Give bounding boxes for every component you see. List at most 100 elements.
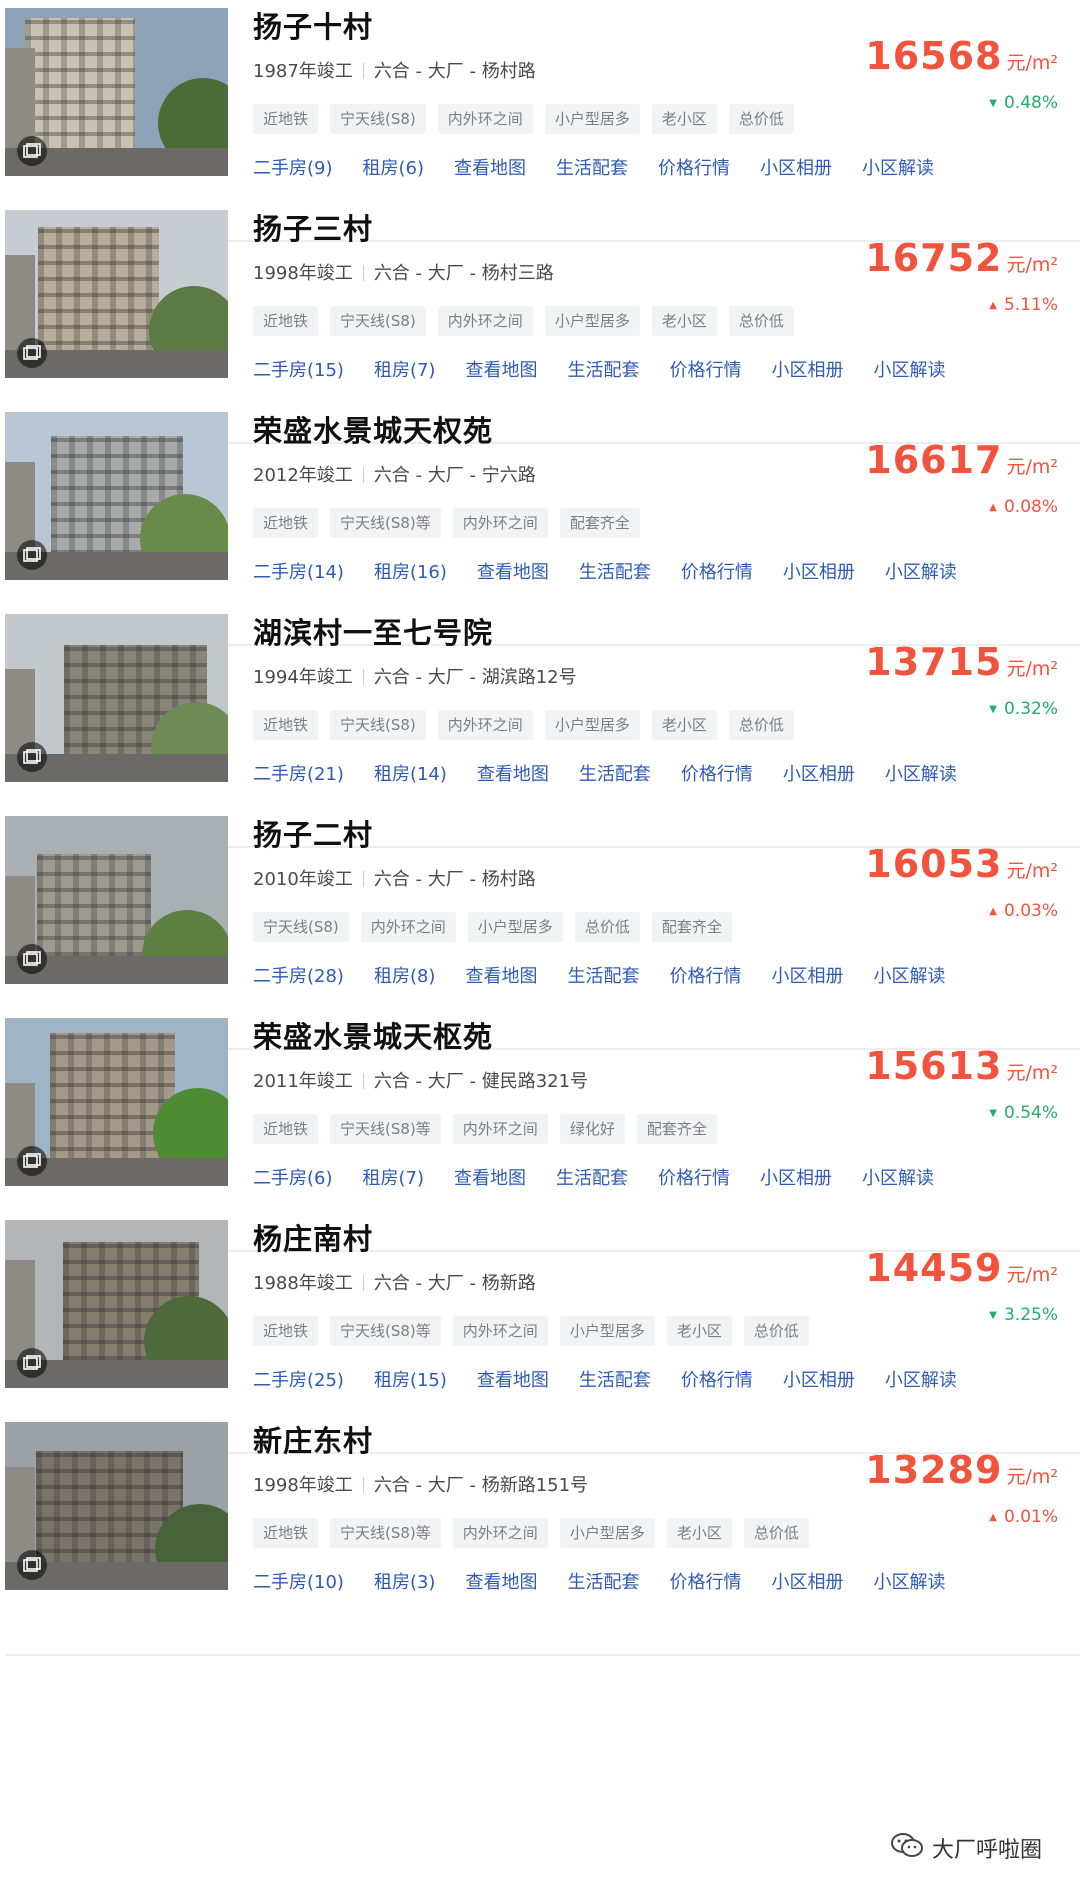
listing-link[interactable]: 小区解读 xyxy=(873,356,945,382)
price-value: 13289 xyxy=(865,1448,1003,1492)
location: 六合 - 大厂 - 杨新路151号 xyxy=(373,1475,589,1496)
listing-link[interactable]: 价格行情 xyxy=(681,760,753,786)
unit-price: 13289 元/m² xyxy=(865,1448,1058,1492)
listing-link[interactable]: 小区解读 xyxy=(885,1366,957,1392)
link-bar: 二手房(15) 租房(7) 查看地图 生活配套 价格行情 小区相册 小区解读 xyxy=(253,356,945,382)
community-name[interactable]: 扬子三村 xyxy=(253,206,373,248)
community-name[interactable]: 扬子二村 xyxy=(253,812,373,854)
listing-link[interactable]: 小区解读 xyxy=(862,154,934,180)
listing-link[interactable]: 小区解读 xyxy=(873,1568,945,1594)
listing-link[interactable]: 生活配套 xyxy=(567,962,639,988)
location: 六合 - 大厂 - 宁六路 xyxy=(373,465,536,486)
listing-link[interactable]: 生活配套 xyxy=(567,356,639,382)
community-photo[interactable] xyxy=(5,8,228,176)
community-name[interactable]: 荣盛水景城天权苑 xyxy=(253,408,493,450)
link-bar: 二手房(10) 租房(3) 查看地图 生活配套 价格行情 小区相册 小区解读 xyxy=(253,1568,945,1594)
price-change: ▼ 3.25% xyxy=(989,1305,1058,1325)
listing-link[interactable]: 小区解读 xyxy=(885,760,957,786)
listing-link[interactable]: 租房(6) xyxy=(363,154,425,180)
listing-link[interactable]: 价格行情 xyxy=(658,1164,730,1190)
community-photo[interactable] xyxy=(5,1018,228,1186)
community-name[interactable]: 荣盛水景城天枢苑 xyxy=(253,1014,493,1056)
listing-link[interactable]: 租房(7) xyxy=(363,1164,425,1190)
listing-link[interactable]: 查看地图 xyxy=(477,1366,549,1392)
feature-tag: 内外环之间 xyxy=(437,104,533,134)
listing-link[interactable]: 二手房(21) xyxy=(253,760,344,786)
listing-link[interactable]: 二手房(28) xyxy=(253,962,344,988)
feature-tag: 近地铁 xyxy=(253,1518,319,1548)
community-photo[interactable] xyxy=(5,412,228,580)
listing-link[interactable]: 生活配套 xyxy=(567,1568,639,1594)
listing-link[interactable]: 查看地图 xyxy=(465,962,537,988)
album-icon[interactable] xyxy=(17,338,47,368)
listing-link[interactable]: 价格行情 xyxy=(681,558,753,584)
community-name[interactable]: 湖滨村一至七号院 xyxy=(253,610,493,652)
price-value: 14459 xyxy=(865,1246,1003,1290)
community-photo[interactable] xyxy=(5,816,228,984)
listing-link[interactable]: 小区相册 xyxy=(771,962,843,988)
listing-link[interactable]: 二手房(9) xyxy=(253,154,333,180)
listing-link[interactable]: 小区解读 xyxy=(873,962,945,988)
listing-link[interactable]: 生活配套 xyxy=(556,154,628,180)
wechat-icon xyxy=(890,1831,924,1865)
listing-link[interactable]: 二手房(6) xyxy=(253,1164,333,1190)
listing-link[interactable]: 小区解读 xyxy=(862,1164,934,1190)
album-icon[interactable] xyxy=(17,540,47,570)
listing-link[interactable]: 小区相册 xyxy=(783,1366,855,1392)
listing-link[interactable]: 小区解读 xyxy=(885,558,957,584)
listing-link[interactable]: 查看地图 xyxy=(465,356,537,382)
community-photo[interactable] xyxy=(5,1220,228,1388)
listing-link[interactable]: 查看地图 xyxy=(454,154,526,180)
info-divider xyxy=(362,669,364,685)
listing-link[interactable]: 租房(15) xyxy=(374,1366,447,1392)
community-name[interactable]: 杨庄南村 xyxy=(253,1216,373,1258)
listing-link[interactable]: 生活配套 xyxy=(579,760,651,786)
listing-link[interactable]: 价格行情 xyxy=(669,1568,741,1594)
listing-link[interactable]: 价格行情 xyxy=(658,154,730,180)
album-icon[interactable] xyxy=(17,1348,47,1378)
listing-link[interactable]: 租房(3) xyxy=(374,1568,436,1594)
change-value: 0.54% xyxy=(1003,1103,1058,1123)
album-icon[interactable] xyxy=(17,136,47,166)
feature-tag: 近地铁 xyxy=(253,306,319,336)
listing-link[interactable]: 二手房(25) xyxy=(253,1366,344,1392)
listing-link[interactable]: 租房(16) xyxy=(374,558,447,584)
listing-link[interactable]: 小区相册 xyxy=(783,760,855,786)
listing-link[interactable]: 二手房(15) xyxy=(253,356,344,382)
listing-link[interactable]: 价格行情 xyxy=(669,356,741,382)
listing-link[interactable]: 小区相册 xyxy=(771,1568,843,1594)
listing-link[interactable]: 租房(8) xyxy=(374,962,436,988)
listing-link[interactable]: 生活配套 xyxy=(579,558,651,584)
change-value: 0.03% xyxy=(1003,901,1058,921)
listing-link[interactable]: 生活配套 xyxy=(579,1366,651,1392)
album-icon[interactable] xyxy=(17,944,47,974)
album-icon[interactable] xyxy=(17,1550,47,1580)
listing-link[interactable]: 价格行情 xyxy=(681,1366,753,1392)
listing-link[interactable]: 租房(7) xyxy=(374,356,436,382)
listing-link[interactable]: 二手房(14) xyxy=(253,558,344,584)
listing-link[interactable]: 小区相册 xyxy=(760,154,832,180)
listing-link[interactable]: 价格行情 xyxy=(669,962,741,988)
community-photo[interactable] xyxy=(5,614,228,782)
listing-link[interactable]: 小区相册 xyxy=(771,356,843,382)
listing-link[interactable]: 小区相册 xyxy=(760,1164,832,1190)
listing-link[interactable]: 二手房(10) xyxy=(253,1568,344,1594)
album-icon[interactable] xyxy=(17,1146,47,1176)
community-photo[interactable] xyxy=(5,210,228,378)
community-name[interactable]: 新庄东村 xyxy=(253,1418,373,1460)
listing-link[interactable]: 查看地图 xyxy=(477,558,549,584)
community-photo[interactable] xyxy=(5,1422,228,1590)
listing-link[interactable]: 查看地图 xyxy=(465,1568,537,1594)
list-item[interactable]: 新庄东村 1998年竣工 六合 - 大厂 - 杨新路151号 近地铁 宁天线(S8)… xyxy=(0,1414,1080,1656)
tag-list: 近地铁 宁天线(S8)等 内外环之间 配套齐全 xyxy=(253,508,640,538)
feature-tag: 小户型居多 xyxy=(544,306,640,336)
community-name[interactable]: 扬子十村 xyxy=(253,4,373,46)
listing-link[interactable]: 查看地图 xyxy=(477,760,549,786)
feature-tag: 宁天线(S8)等 xyxy=(330,1114,441,1144)
listing-link[interactable]: 小区相册 xyxy=(783,558,855,584)
listing-link[interactable]: 租房(14) xyxy=(374,760,447,786)
listing-link[interactable]: 生活配套 xyxy=(556,1164,628,1190)
tag-list: 近地铁 宁天线(S8)等 内外环之间 绿化好 配套齐全 xyxy=(253,1114,717,1144)
album-icon[interactable] xyxy=(17,742,47,772)
listing-link[interactable]: 查看地图 xyxy=(454,1164,526,1190)
